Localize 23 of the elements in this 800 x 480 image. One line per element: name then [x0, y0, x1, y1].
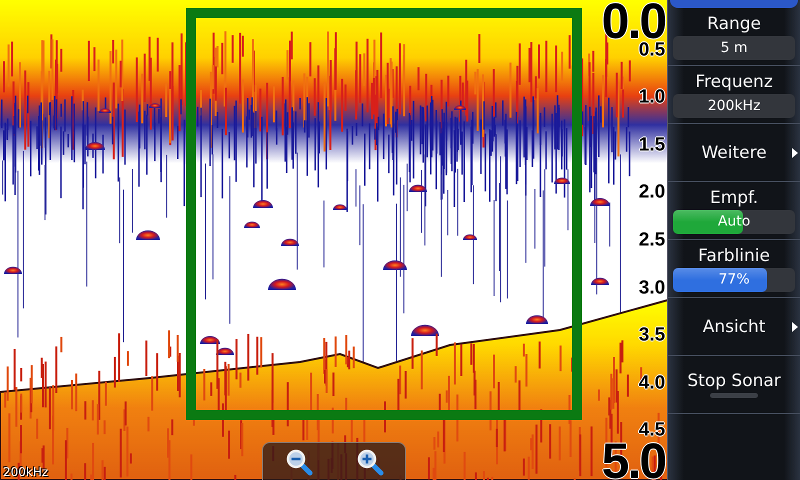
- submenu-arrow-icon: [792, 148, 798, 158]
- slider-value: 77%: [718, 272, 750, 288]
- slider-value: Auto: [718, 214, 750, 230]
- value-field[interactable]: 200kHz: [673, 94, 796, 118]
- depth-label: 3.0: [638, 278, 666, 298]
- depth-label: 3.5: [638, 326, 666, 345]
- menu-label[interactable]: Ansicht: [702, 316, 766, 336]
- menu-label: Frequenz: [695, 72, 773, 92]
- depth-label: 1.5: [638, 135, 666, 154]
- menu-handle[interactable]: [670, 0, 798, 8]
- depth-label: 1.0: [638, 88, 666, 107]
- menu-label[interactable]: Stop Sonar: [687, 371, 781, 391]
- slider[interactable]: 77%: [673, 268, 796, 292]
- submenu-arrow-icon: [792, 322, 798, 332]
- menu-label: Farblinie: [698, 246, 770, 266]
- depth-label: 4.0: [638, 373, 666, 392]
- value-field[interactable]: 5 m: [673, 36, 796, 60]
- depth-label: 2.0: [638, 182, 666, 202]
- depth-label: 2.5: [638, 230, 666, 250]
- menu-label: Range: [707, 14, 762, 34]
- frequency-label: 200kHz: [3, 465, 48, 479]
- menu-label[interactable]: Weitere: [701, 142, 767, 162]
- menu-label: Empf.: [710, 188, 758, 208]
